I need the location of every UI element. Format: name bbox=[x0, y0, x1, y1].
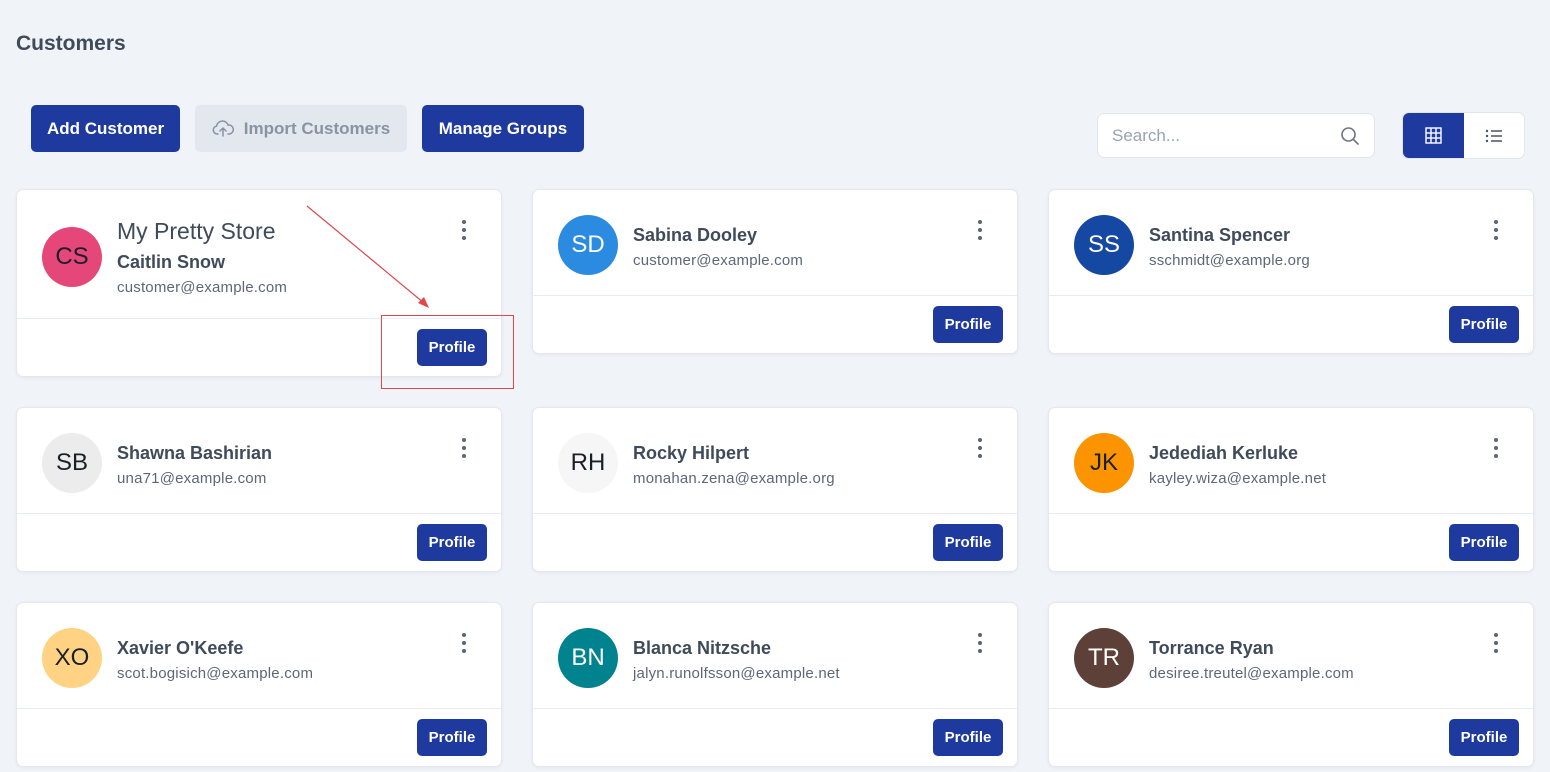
store-name: My Pretty Store bbox=[117, 218, 276, 244]
more-options-icon[interactable] bbox=[460, 438, 468, 458]
add-customer-button[interactable]: Add Customer bbox=[31, 105, 180, 152]
search-input[interactable] bbox=[1112, 125, 1340, 146]
more-options-icon[interactable] bbox=[1492, 220, 1500, 240]
profile-button[interactable]: Profile bbox=[1449, 524, 1519, 561]
avatar: SS bbox=[1074, 215, 1134, 275]
customer-email: kayley.wiza@example.net bbox=[1149, 470, 1327, 487]
customer-card: SS Santina Spencer sschmidt@example.org … bbox=[1048, 189, 1534, 354]
list-icon bbox=[1485, 129, 1502, 142]
customer-name: Jedediah Kerluke bbox=[1149, 443, 1299, 463]
avatar: TR bbox=[1074, 628, 1134, 688]
customer-email: customer@example.com bbox=[117, 279, 288, 296]
customer-card: RH Rocky Hilpert monahan.zena@example.or… bbox=[532, 407, 1018, 572]
profile-button[interactable]: Profile bbox=[417, 719, 487, 756]
page-title: Customers bbox=[16, 32, 126, 55]
import-customers-label: Import Customers bbox=[243, 118, 391, 138]
customer-name: Shawna Bashirian bbox=[117, 443, 273, 463]
customer-card: TR Torrance Ryan desiree.treutel@example… bbox=[1048, 602, 1534, 767]
customer-email: monahan.zena@example.org bbox=[633, 470, 835, 487]
customer-name: Torrance Ryan bbox=[1149, 638, 1274, 658]
more-options-icon[interactable] bbox=[1492, 633, 1500, 653]
customer-email: jalyn.runolfsson@example.net bbox=[633, 665, 840, 682]
more-options-icon[interactable] bbox=[976, 438, 984, 458]
customer-name: Sabina Dooley bbox=[633, 225, 758, 245]
avatar: BN bbox=[558, 628, 618, 688]
search-icon[interactable] bbox=[1340, 126, 1360, 146]
customer-email: una71@example.com bbox=[117, 470, 267, 487]
search-box bbox=[1097, 113, 1375, 158]
more-options-icon[interactable] bbox=[460, 220, 468, 240]
customer-name: Rocky Hilpert bbox=[633, 443, 750, 463]
avatar: JK bbox=[1074, 433, 1134, 493]
import-customers-button[interactable]: Import Customers bbox=[195, 105, 407, 152]
customer-card: XO Xavier O'Keefe scot.bogisich@example.… bbox=[16, 602, 502, 767]
annotation-highlight-box bbox=[381, 315, 514, 389]
profile-button[interactable]: Profile bbox=[1449, 719, 1519, 756]
customer-card: SB Shawna Bashirian una71@example.com Pr… bbox=[16, 407, 502, 572]
list-view-button[interactable] bbox=[1464, 113, 1525, 158]
profile-button[interactable]: Profile bbox=[933, 306, 1003, 343]
profile-button[interactable]: Profile bbox=[933, 524, 1003, 561]
avatar: SB bbox=[42, 433, 102, 493]
customer-card: JK Jedediah Kerluke kayley.wiza@example.… bbox=[1048, 407, 1534, 572]
profile-button[interactable]: Profile bbox=[417, 524, 487, 561]
cloud-upload-icon bbox=[212, 119, 234, 137]
customer-name: Xavier O'Keefe bbox=[117, 638, 244, 658]
customer-name: Blanca Nitzsche bbox=[633, 638, 772, 658]
customer-card: BN Blanca Nitzsche jalyn.runolfsson@exam… bbox=[532, 602, 1018, 767]
avatar: XO bbox=[42, 628, 102, 688]
customer-email: sschmidt@example.org bbox=[1149, 252, 1310, 269]
avatar: RH bbox=[558, 433, 618, 493]
customer-card: SD Sabina Dooley customer@example.com Pr… bbox=[532, 189, 1018, 354]
customer-name: Santina Spencer bbox=[1149, 225, 1291, 245]
more-options-icon[interactable] bbox=[976, 633, 984, 653]
more-options-icon[interactable] bbox=[1492, 438, 1500, 458]
manage-groups-button[interactable]: Manage Groups bbox=[422, 105, 584, 152]
customer-email: desiree.treutel@example.com bbox=[1149, 665, 1354, 682]
profile-button[interactable]: Profile bbox=[1449, 306, 1519, 343]
avatar: CS bbox=[42, 227, 102, 287]
more-options-icon[interactable] bbox=[976, 220, 984, 240]
profile-button[interactable]: Profile bbox=[933, 719, 1003, 756]
more-options-icon[interactable] bbox=[460, 633, 468, 653]
customer-name: Caitlin Snow bbox=[117, 252, 225, 272]
avatar: SD bbox=[558, 215, 618, 275]
customer-email: scot.bogisich@example.com bbox=[117, 665, 314, 682]
customer-email: customer@example.com bbox=[633, 252, 804, 269]
view-toggle bbox=[1402, 112, 1525, 159]
grid-view-button[interactable] bbox=[1403, 113, 1464, 158]
grid-icon bbox=[1425, 127, 1442, 144]
